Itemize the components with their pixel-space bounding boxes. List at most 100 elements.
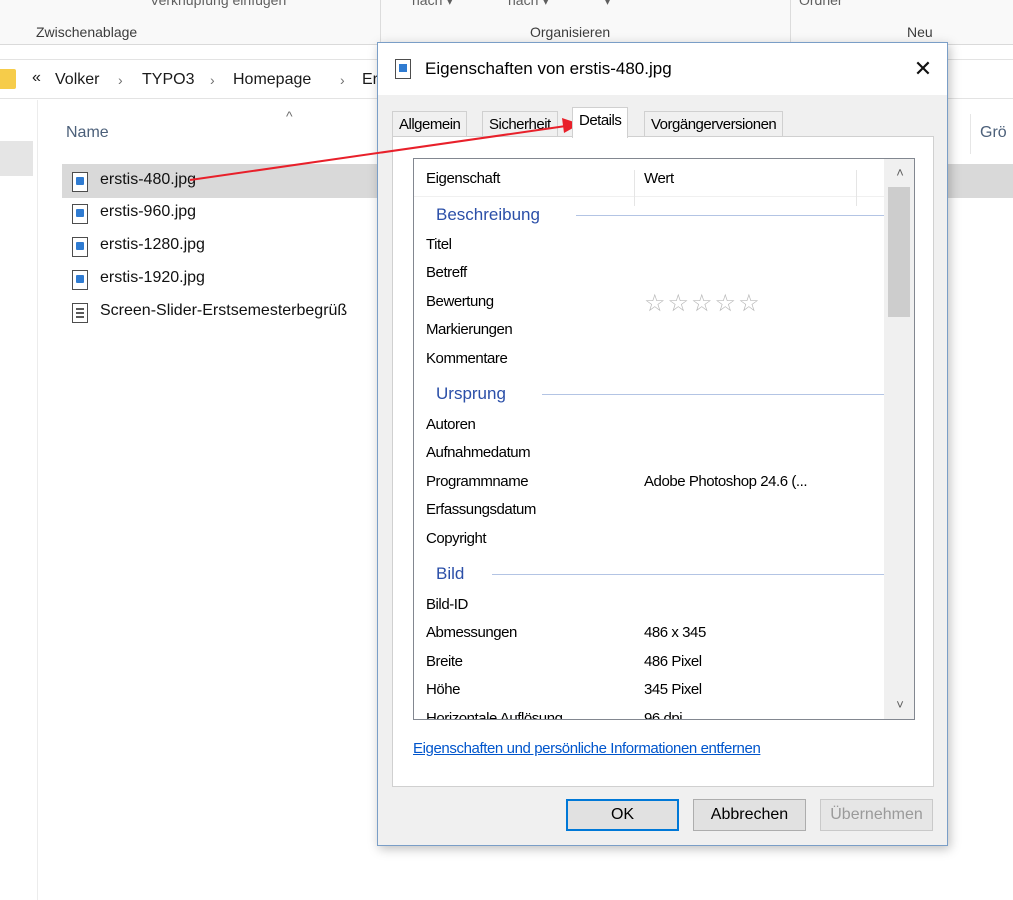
- property-row-erfassungsdatum[interactable]: Erfassungsdatum: [426, 496, 886, 524]
- tab-vorgaengerversionen[interactable]: Vorgängerversionen: [644, 111, 784, 137]
- property-row-abmessungen[interactable]: Abmessungen 486 x 345: [426, 619, 886, 647]
- property-name: Bild-ID: [426, 596, 468, 613]
- group-heading-ursprung[interactable]: Ursprung: [436, 380, 891, 408]
- breadcrumb-separator-icon: ›: [118, 72, 123, 88]
- property-name: Betreff: [426, 264, 467, 281]
- paste-shortcut-button[interactable]: Verknüpfung einfügen: [150, 0, 286, 8]
- property-row-programmname[interactable]: Programmname Adobe Photoshop 24.6 (...: [426, 468, 886, 496]
- dialog-titlebar[interactable]: Eigenschaften von erstis-480.jpg ✕: [378, 43, 947, 95]
- image-file-icon: [72, 270, 88, 290]
- folder-icon: [0, 69, 16, 89]
- breadcrumb-homepage[interactable]: Homepage: [233, 71, 311, 89]
- property-name: Bewertung: [426, 293, 494, 310]
- column-header-value[interactable]: Wert: [644, 170, 674, 187]
- property-name: Höhe: [426, 681, 461, 698]
- file-name: erstis-480.jpg: [100, 171, 197, 188]
- column-header-name[interactable]: Name: [66, 124, 109, 142]
- group-divider-line: [492, 574, 889, 575]
- property-name: Programmname: [426, 473, 529, 490]
- image-file-icon: [395, 59, 411, 79]
- property-value: 486 Pixel: [644, 653, 702, 670]
- image-file-icon: [72, 237, 88, 257]
- column-header-property[interactable]: Eigenschaft: [426, 170, 500, 187]
- breadcrumb-truncated[interactable]: Er: [362, 71, 378, 89]
- group-heading-label: Ursprung: [436, 384, 506, 403]
- rating-stars[interactable]: ☆☆☆☆☆: [644, 289, 762, 318]
- ribbon-separator: [790, 0, 791, 44]
- cancel-button[interactable]: Abbrechen: [693, 799, 806, 831]
- tab-sicherheit[interactable]: Sicherheit: [482, 111, 558, 137]
- property-row-copyright[interactable]: Copyright: [426, 525, 886, 553]
- property-row-aufnahmedatum[interactable]: Aufnahmedatum: [426, 439, 886, 467]
- property-value: Adobe Photoshop 24.6 (...: [644, 473, 808, 490]
- file-name: erstis-1280.jpg: [100, 236, 205, 253]
- column-header-size[interactable]: Grö: [980, 124, 1007, 142]
- property-name: Erfassungsdatum: [426, 501, 536, 518]
- property-row-kommentare[interactable]: Kommentare: [426, 345, 886, 373]
- navigation-pane-selected-item[interactable]: [0, 141, 33, 176]
- property-row-markierungen[interactable]: Markierungen: [426, 316, 886, 344]
- overflow-chevron-icon[interactable]: «: [32, 69, 41, 87]
- image-file-icon: [72, 172, 88, 192]
- property-row-horizontale-aufloesung[interactable]: Horizontale Auflösung 96 dpi: [426, 705, 886, 720]
- group-divider-line: [576, 215, 889, 216]
- breadcrumb-separator-icon: ›: [340, 72, 345, 88]
- tab-details[interactable]: Details: [572, 107, 629, 138]
- new-folder-button[interactable]: Ordner: [799, 0, 843, 8]
- breadcrumb-typo3[interactable]: TYPO3: [142, 71, 194, 89]
- ribbon-separator: [380, 0, 381, 44]
- ribbon: Verknüpfung einfügen nach ▾ nach ▾ ▾ Ord…: [0, 0, 1013, 45]
- scrollbar-thumb[interactable]: [888, 187, 910, 317]
- scroll-up-arrow-icon[interactable]: ˄: [885, 161, 914, 185]
- group-heading-bild[interactable]: Bild: [436, 560, 891, 588]
- delete-dropdown[interactable]: ▾: [604, 0, 611, 9]
- property-name: Titel: [426, 236, 452, 253]
- sort-ascending-icon: ^: [286, 108, 293, 124]
- ok-button[interactable]: OK: [566, 799, 679, 831]
- property-name: Abmessungen: [426, 624, 517, 641]
- group-heading-label: Bild: [436, 564, 465, 583]
- dialog-title: Eigenschaften von erstis-480.jpg: [425, 59, 672, 78]
- property-name: Breite: [426, 653, 463, 670]
- property-value: 345 Pixel: [644, 681, 702, 698]
- apply-button[interactable]: Übernehmen: [820, 799, 933, 831]
- property-list-header: Eigenschaft Wert: [414, 159, 884, 206]
- property-value: 486 x 345: [644, 624, 706, 641]
- property-row-bewertung[interactable]: Bewertung ☆☆☆☆☆: [426, 288, 886, 318]
- group-heading-beschreibung[interactable]: Beschreibung: [436, 201, 891, 229]
- property-list[interactable]: Eigenschaft Wert Beschreibung Titel Betr…: [413, 158, 915, 720]
- property-name: Autoren: [426, 416, 476, 433]
- group-label-organize: Organisieren: [530, 24, 611, 40]
- property-row-betreff[interactable]: Betreff: [426, 259, 886, 287]
- group-heading-label: Beschreibung: [436, 205, 540, 224]
- copy-to-button[interactable]: nach ▾: [508, 0, 549, 9]
- tab-allgemein[interactable]: Allgemein: [392, 111, 468, 137]
- properties-dialog: Eigenschaften von erstis-480.jpg ✕ Allge…: [377, 42, 948, 846]
- vertical-scrollbar[interactable]: ˄ ˅: [884, 159, 914, 719]
- breadcrumb-volker[interactable]: Volker: [55, 71, 99, 89]
- image-file-icon: [72, 204, 88, 224]
- property-name: Copyright: [426, 530, 487, 547]
- property-row-autoren[interactable]: Autoren: [426, 411, 886, 439]
- property-row-hoehe[interactable]: Höhe 345 Pixel: [426, 676, 886, 704]
- scroll-down-arrow-icon[interactable]: ˅: [885, 693, 914, 717]
- details-tab-panel: Eigenschaft Wert Beschreibung Titel Betr…: [392, 136, 934, 787]
- column-divider[interactable]: [970, 114, 971, 154]
- document-file-icon: [72, 303, 88, 323]
- navigation-pane-divider[interactable]: [37, 100, 38, 900]
- property-row-titel[interactable]: Titel: [426, 231, 886, 259]
- property-name: Aufnahmedatum: [426, 444, 531, 461]
- move-to-button[interactable]: nach ▾: [412, 0, 453, 9]
- close-button[interactable]: ✕: [908, 56, 938, 82]
- property-row-breite[interactable]: Breite 486 Pixel: [426, 648, 886, 676]
- file-name: erstis-960.jpg: [100, 203, 197, 220]
- property-name: Kommentare: [426, 350, 508, 367]
- breadcrumb-separator-icon: ›: [210, 72, 215, 88]
- property-row-bild-id[interactable]: Bild-ID: [426, 591, 886, 619]
- group-divider-line: [542, 394, 889, 395]
- file-name: erstis-1920.jpg: [100, 269, 205, 286]
- property-name: Horizontale Auflösung: [426, 710, 563, 720]
- remove-properties-link[interactable]: Eigenschaften und persönliche Informatio…: [413, 740, 761, 757]
- group-label-clipboard: Zwischenablage: [36, 24, 138, 40]
- group-label-new: Neu: [907, 24, 933, 40]
